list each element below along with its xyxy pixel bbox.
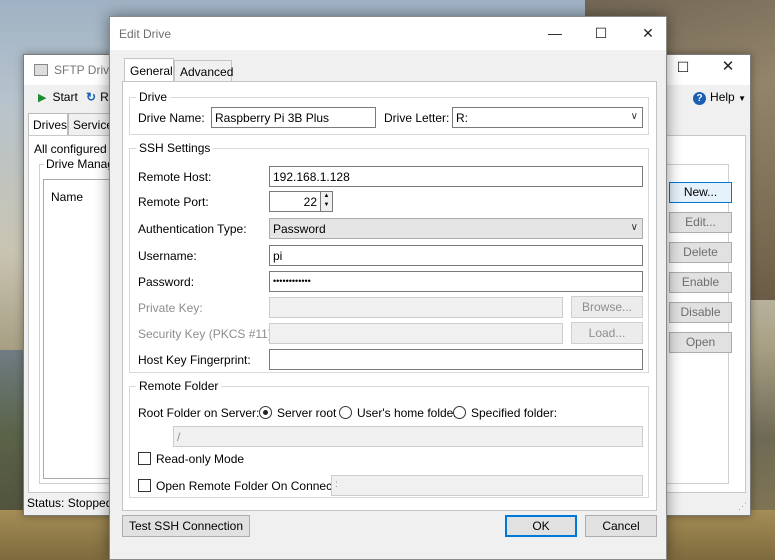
- drive-group: Drive Drive Name: Raspberry Pi 3B Plus D…: [129, 90, 649, 135]
- edit-drive-dialog: Edit Drive — ☐ ✕ General Advanced Drive …: [109, 16, 667, 560]
- chevron-down-icon: ∨: [630, 111, 638, 122]
- auth-type-select[interactable]: Password ∨: [269, 218, 643, 239]
- ssh-settings-group: SSH Settings Remote Host: 192.168.1.128 …: [129, 141, 649, 373]
- app-icon: [34, 64, 48, 76]
- specified-folder-radio[interactable]: [453, 406, 466, 419]
- maximize-icon[interactable]: ☐: [676, 60, 690, 74]
- home-folder-label[interactable]: User's home folder: [357, 406, 457, 420]
- chevron-down-icon: ▼: [738, 94, 746, 103]
- home-folder-radio[interactable]: [339, 406, 352, 419]
- tab-general[interactable]: General: [124, 58, 174, 82]
- minimize-icon[interactable]: —: [540, 23, 570, 43]
- help-icon: ?: [693, 92, 707, 105]
- remote-host-label: Remote Host:: [138, 170, 212, 184]
- root-folder-label: Root Folder on Server:: [138, 406, 260, 420]
- tab-service[interactable]: Service: [68, 113, 114, 135]
- close-icon[interactable]: ✕: [721, 59, 735, 74]
- password-field[interactable]: ••••••••••••: [269, 271, 643, 292]
- host-key-field[interactable]: [269, 349, 643, 370]
- port-spinner[interactable]: ▲ ▼: [321, 191, 333, 212]
- spin-down-icon[interactable]: ▼: [321, 201, 332, 210]
- open-on-connect-checkbox[interactable]: [138, 479, 151, 492]
- disable-button[interactable]: Disable: [669, 302, 732, 323]
- restart-label: R: [100, 90, 109, 104]
- auth-type-label: Authentication Type:: [138, 222, 247, 236]
- column-header-name[interactable]: Name: [51, 190, 83, 204]
- status-text: Status: Stopped: [27, 496, 113, 510]
- test-ssh-connection-button[interactable]: Test SSH Connection: [122, 515, 250, 537]
- drive-name-field[interactable]: Raspberry Pi 3B Plus: [211, 107, 376, 128]
- new-button[interactable]: New...: [669, 182, 732, 203]
- private-key-field[interactable]: [269, 297, 563, 318]
- drive-letter-value: R:: [456, 111, 468, 125]
- tab-advanced[interactable]: Advanced: [174, 60, 233, 82]
- spin-up-icon[interactable]: ▲: [321, 192, 332, 201]
- private-key-label: Private Key:: [138, 301, 203, 315]
- dialog-title: Edit Drive: [119, 27, 172, 41]
- start-button[interactable]: ▶ Start: [38, 90, 78, 104]
- drive-name-label: Drive Name:: [138, 111, 205, 125]
- help-menu[interactable]: ? Help ▼: [693, 90, 746, 105]
- sftp-drive-title: SFTP Drive: [54, 63, 116, 77]
- chevron-down-icon: ∨: [630, 222, 638, 233]
- browse-button[interactable]: Browse...: [571, 296, 643, 318]
- start-label: Start: [52, 90, 78, 104]
- dialog-titlebar: Edit Drive — ☐ ✕: [110, 17, 666, 50]
- password-label: Password:: [138, 275, 195, 289]
- username-label: Username:: [138, 249, 197, 263]
- ok-button[interactable]: OK: [505, 515, 577, 537]
- open-on-connect-label[interactable]: Open Remote Folder On Connect:: [156, 479, 339, 493]
- play-icon: ▶: [38, 92, 47, 104]
- remote-folder-legend: Remote Folder: [136, 379, 222, 393]
- username-field[interactable]: pi: [269, 245, 643, 266]
- drive-letter-label: Drive Letter:: [384, 111, 450, 125]
- auth-type-value: Password: [273, 222, 326, 236]
- enable-button[interactable]: Enable: [669, 272, 732, 293]
- open-on-connect-field[interactable]: :: [331, 475, 643, 496]
- drive-letter-select[interactable]: R: ∨: [452, 107, 643, 128]
- general-tab-pane: Drive Drive Name: Raspberry Pi 3B Plus D…: [122, 81, 657, 511]
- delete-button[interactable]: Delete: [669, 242, 732, 263]
- maximize-icon[interactable]: ☐: [586, 23, 616, 43]
- drive-group-legend: Drive: [136, 90, 171, 104]
- close-icon[interactable]: ✕: [633, 23, 663, 43]
- tab-drives[interactable]: Drives: [28, 113, 68, 136]
- readonly-checkbox[interactable]: [138, 452, 151, 465]
- server-root-label[interactable]: Server root: [277, 406, 336, 420]
- load-button[interactable]: Load...: [571, 322, 643, 344]
- remote-port-label: Remote Port:: [138, 195, 209, 209]
- ssh-settings-legend: SSH Settings: [136, 141, 214, 155]
- refresh-icon: ↻: [86, 90, 97, 104]
- security-key-field[interactable]: [269, 323, 563, 344]
- restart-button[interactable]: ↻ R: [86, 90, 109, 104]
- remote-port-field[interactable]: 22: [269, 191, 321, 212]
- specified-folder-field[interactable]: /: [173, 426, 643, 447]
- remote-host-field[interactable]: 192.168.1.128: [269, 166, 643, 187]
- security-key-label: Security Key (PKCS #11):: [138, 327, 276, 341]
- cancel-button[interactable]: Cancel: [585, 515, 657, 537]
- open-button[interactable]: Open: [669, 332, 732, 353]
- host-key-label: Host Key Fingerprint:: [138, 353, 251, 367]
- resize-grip-icon[interactable]: ⋰: [738, 501, 747, 512]
- specified-folder-label[interactable]: Specified folder:: [471, 406, 557, 420]
- server-root-radio[interactable]: [259, 406, 272, 419]
- help-label: Help: [710, 90, 735, 104]
- readonly-label[interactable]: Read-only Mode: [156, 452, 244, 466]
- edit-button[interactable]: Edit...: [669, 212, 732, 233]
- remote-folder-group: Remote Folder Root Folder on Server: Ser…: [129, 379, 649, 498]
